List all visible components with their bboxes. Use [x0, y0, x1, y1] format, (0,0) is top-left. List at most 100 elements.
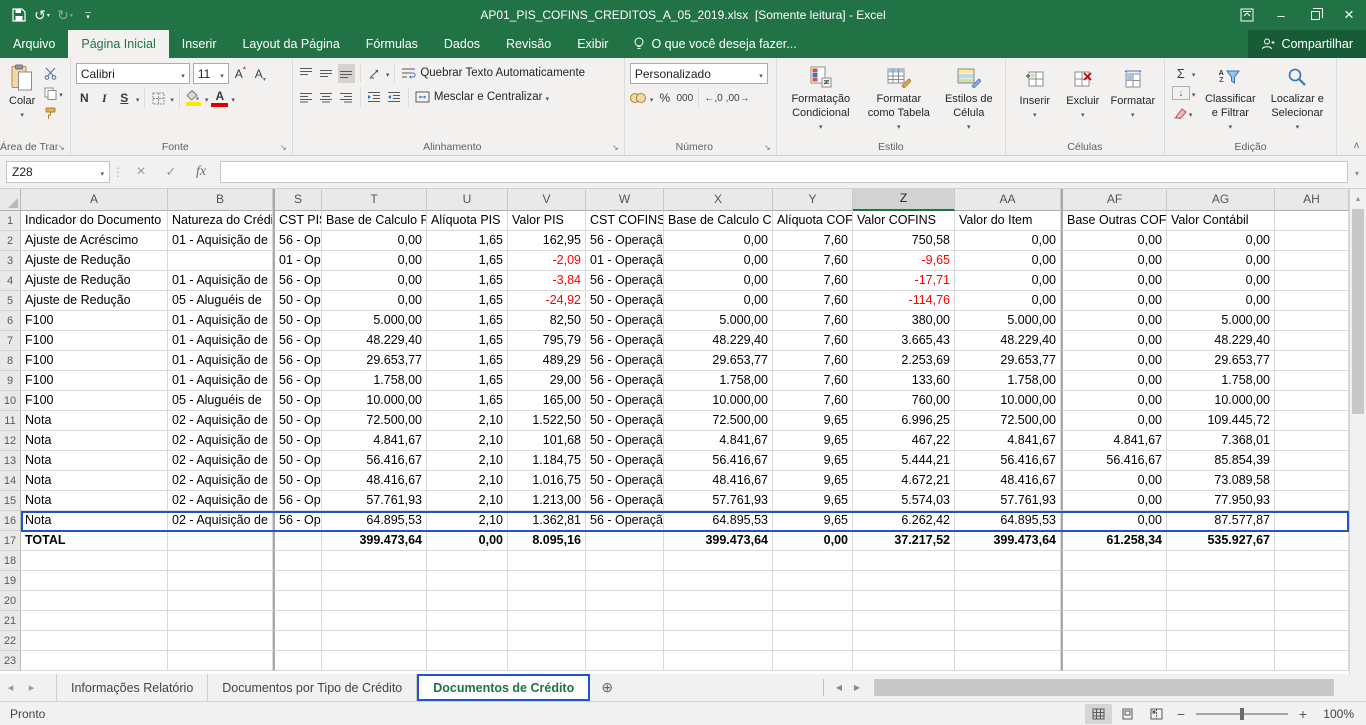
cell-B12[interactable]: 02 - Aquisição de	[168, 431, 273, 451]
cell-AG2[interactable]: 0,00	[1167, 231, 1275, 251]
cell-V16[interactable]: 1.362,81	[508, 511, 586, 531]
cell-Y1[interactable]: Alíquota COFINS	[773, 211, 853, 231]
cell-B11[interactable]: 02 - Aquisição de	[168, 411, 273, 431]
cell-T3[interactable]: 0,00	[322, 251, 427, 271]
cell-T18[interactable]	[322, 551, 427, 571]
cell-A9[interactable]: F100	[21, 371, 168, 391]
ribbon-tab-layout-da-pagina[interactable]: Layout da Página	[229, 30, 352, 58]
cell-AH10[interactable]	[1275, 391, 1349, 411]
cell-Y11[interactable]: 9,65	[773, 411, 853, 431]
cell-Z12[interactable]: 467,22	[853, 431, 955, 451]
cell-Z13[interactable]: 5.444,21	[853, 451, 955, 471]
cell-AA4[interactable]: 0,00	[955, 271, 1061, 291]
cell-AA7[interactable]: 48.229,40	[955, 331, 1061, 351]
cell-S1[interactable]: CST PIS	[273, 211, 322, 231]
cell-B3[interactable]	[168, 251, 273, 271]
cell-X3[interactable]: 0,00	[664, 251, 773, 271]
cell-W20[interactable]	[586, 591, 664, 611]
cell-AA18[interactable]	[955, 551, 1061, 571]
cell-AH21[interactable]	[1275, 611, 1349, 631]
cell-U8[interactable]: 1,65	[427, 351, 508, 371]
cell-S21[interactable]	[273, 611, 322, 631]
cell-AF11[interactable]: 0,00	[1061, 411, 1167, 431]
cell-AA15[interactable]: 57.761,93	[955, 491, 1061, 511]
undo-button[interactable]: ↺	[31, 3, 53, 27]
cell-S14[interactable]: 50 - Operação	[273, 471, 322, 491]
column-header-W[interactable]: W	[586, 189, 664, 211]
cell-U7[interactable]: 1,65	[427, 331, 508, 351]
cell-X5[interactable]: 0,00	[664, 291, 773, 311]
cell-S18[interactable]	[273, 551, 322, 571]
cell-AH7[interactable]	[1275, 331, 1349, 351]
cell-AA23[interactable]	[955, 651, 1061, 671]
insert-function-button[interactable]: fx	[186, 161, 216, 183]
cell-A13[interactable]: Nota	[21, 451, 168, 471]
cell-A21[interactable]	[21, 611, 168, 631]
cell-X1[interactable]: Base de Calculo COFINS	[664, 211, 773, 231]
cell-AG10[interactable]: 10.000,00	[1167, 391, 1275, 411]
row-header-22[interactable]: 22	[0, 631, 21, 651]
cell-Y23[interactable]	[773, 651, 853, 671]
cell-AA5[interactable]: 0,00	[955, 291, 1061, 311]
cell-AA12[interactable]: 4.841,67	[955, 431, 1061, 451]
cell-W18[interactable]	[586, 551, 664, 571]
zoom-slider[interactable]	[1196, 713, 1288, 715]
cell-Y3[interactable]: 7,60	[773, 251, 853, 271]
cell-Z17[interactable]: 37.217,52	[853, 531, 955, 551]
wrap-text-label[interactable]: Quebrar Texto Automaticamente	[420, 67, 585, 79]
row-header-14[interactable]: 14	[0, 471, 21, 491]
fill-color-button[interactable]	[185, 89, 202, 108]
cell-W7[interactable]: 56 - Operação	[586, 331, 664, 351]
cell-AG5[interactable]: 0,00	[1167, 291, 1275, 311]
scroll-left-button[interactable]	[830, 674, 848, 701]
cell-AA14[interactable]: 48.416,67	[955, 471, 1061, 491]
find-select-button[interactable]: Localizar e Selecionar	[1263, 61, 1331, 135]
cell-T7[interactable]: 48.229,40	[322, 331, 427, 351]
cell-S3[interactable]: 01 - Operação	[273, 251, 322, 271]
cell-B18[interactable]	[168, 551, 273, 571]
cell-W23[interactable]	[586, 651, 664, 671]
cell-A15[interactable]: Nota	[21, 491, 168, 511]
cell-AF12[interactable]: 4.841,67	[1061, 431, 1167, 451]
cell-U16[interactable]: 2,10	[427, 511, 508, 531]
minimize-button[interactable]	[1264, 0, 1298, 30]
cell-Z8[interactable]: 2.253,69	[853, 351, 955, 371]
cell-V15[interactable]: 1.213,00	[508, 491, 586, 511]
column-header-T[interactable]: T	[322, 189, 427, 211]
cell-AF4[interactable]: 0,00	[1061, 271, 1167, 291]
cell-AH4[interactable]	[1275, 271, 1349, 291]
cell-Y13[interactable]: 9,65	[773, 451, 853, 471]
cell-S7[interactable]: 56 - Operação	[273, 331, 322, 351]
cell-Y5[interactable]: 7,60	[773, 291, 853, 311]
cell-U15[interactable]: 2,10	[427, 491, 508, 511]
cell-X19[interactable]	[664, 571, 773, 591]
cell-AH18[interactable]	[1275, 551, 1349, 571]
cell-AH13[interactable]	[1275, 451, 1349, 471]
cell-A20[interactable]	[21, 591, 168, 611]
cell-V8[interactable]: 489,29	[508, 351, 586, 371]
row-header-17[interactable]: 17	[0, 531, 21, 551]
autosum-button[interactable]: Σ	[1170, 64, 1198, 82]
cell-W11[interactable]: 50 - Operação	[586, 411, 664, 431]
cell-T5[interactable]: 0,00	[322, 291, 427, 311]
cell-styles-button[interactable]: Estilos de Célula	[938, 61, 1000, 135]
share-button[interactable]: Compartilhar	[1248, 30, 1366, 58]
cell-Y7[interactable]: 7,60	[773, 331, 853, 351]
cell-U6[interactable]: 1,65	[427, 311, 508, 331]
cell-T1[interactable]: Base de Calculo PIS	[322, 211, 427, 231]
column-header-B[interactable]: B	[168, 189, 273, 211]
cell-T22[interactable]	[322, 631, 427, 651]
cell-AH2[interactable]	[1275, 231, 1349, 251]
accounting-format-button[interactable]	[630, 89, 647, 108]
cell-AG23[interactable]	[1167, 651, 1275, 671]
cell-T12[interactable]: 4.841,67	[322, 431, 427, 451]
cell-W8[interactable]: 56 - Operação	[586, 351, 664, 371]
cell-Z9[interactable]: 133,60	[853, 371, 955, 391]
collapse-ribbon-button[interactable]: ʌ	[1354, 140, 1359, 151]
fill-color-caret[interactable]	[205, 91, 209, 105]
cell-S19[interactable]	[273, 571, 322, 591]
cell-S11[interactable]: 50 - Operação	[273, 411, 322, 431]
cell-U14[interactable]: 2,10	[427, 471, 508, 491]
number-dialog-launcher[interactable]	[762, 141, 773, 152]
cell-X9[interactable]: 1.758,00	[664, 371, 773, 391]
